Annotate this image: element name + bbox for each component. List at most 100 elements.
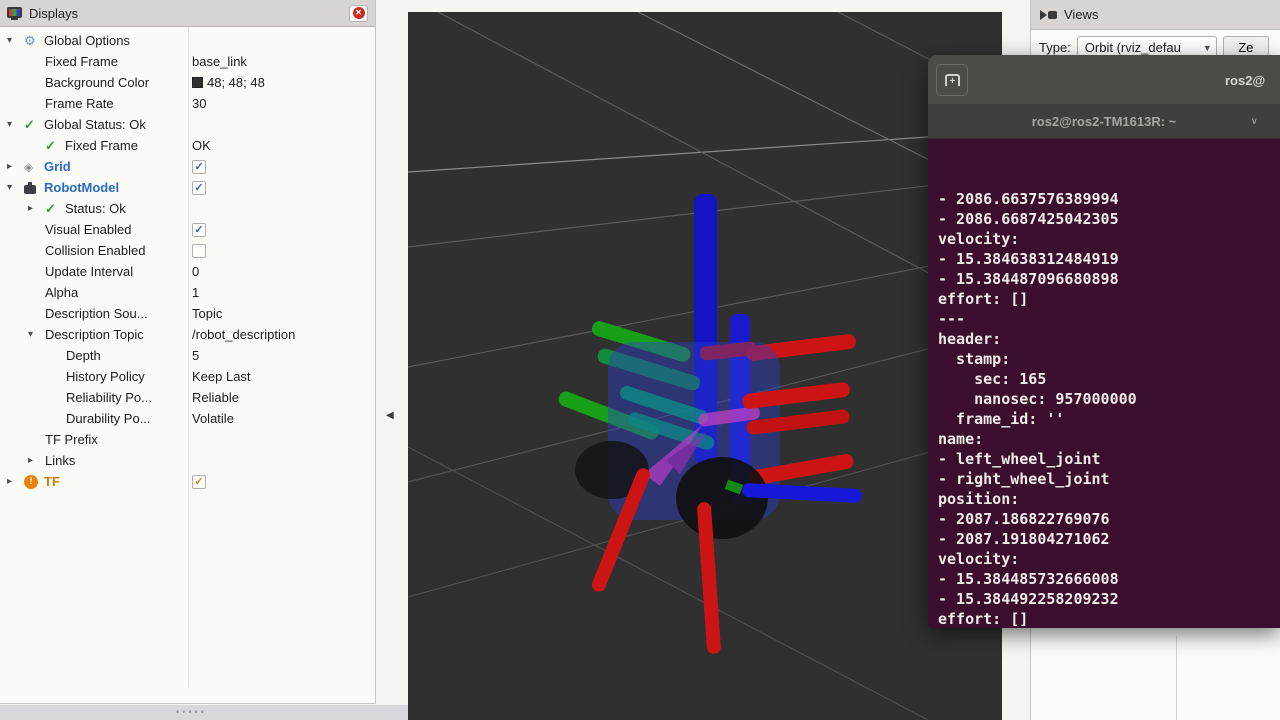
enabled-checkbox[interactable] — [192, 244, 206, 258]
expand-arrow-icon[interactable]: ▾ — [7, 182, 24, 193]
property-value[interactable]: Reliable — [192, 390, 239, 405]
display-tree-row[interactable]: ▸◈Grid ✓ — [0, 156, 375, 177]
enabled-checkbox[interactable]: ✓ — [192, 160, 206, 174]
display-tree-row[interactable]: ▾⚙Global Options — [0, 30, 375, 51]
display-tree-row[interactable]: History PolicyKeep Last — [0, 366, 375, 387]
terminal-line: velocity: — [938, 229, 1280, 249]
views-panel-header: Views — [1031, 0, 1280, 30]
property-value[interactable]: Keep Last — [192, 369, 251, 384]
eye-icon: ◈ — [24, 160, 44, 174]
3d-viewport[interactable] — [408, 12, 1002, 720]
camera-icon — [1040, 10, 1057, 20]
display-tree-row[interactable]: Reliability Po...Reliable — [0, 387, 375, 408]
terminal-line: sec: 165 — [938, 369, 1280, 389]
expand-arrow-icon[interactable]: ▾ — [28, 329, 45, 340]
property-label: Depth — [66, 348, 101, 363]
display-tree-row[interactable]: Alpha 1 — [0, 282, 375, 303]
property-label: TF Prefix — [45, 432, 98, 447]
property-value[interactable]: 30 — [192, 96, 206, 111]
gear-icon: ⚙ — [24, 33, 44, 49]
enabled-checkbox[interactable]: ✓ — [192, 475, 206, 489]
display-tree-row[interactable]: ▸✓Status: Ok — [0, 198, 375, 219]
property-value[interactable]: 1 — [192, 285, 199, 300]
chevron-down-icon[interactable]: ∨ — [1251, 116, 1258, 127]
terminal-line: stamp: — [938, 349, 1280, 369]
property-label: Background Color — [45, 75, 149, 90]
expand-arrow-icon[interactable]: ▸ — [28, 203, 45, 214]
terminal-tab-bar: ros2@ros2-TM1613R: ~ ∨ — [928, 105, 1280, 139]
display-tree-row[interactable]: ✓Fixed FrameOK — [0, 135, 375, 156]
property-label: Visual Enabled — [45, 222, 132, 237]
display-tree-row[interactable]: ▾✓Global Status: Ok — [0, 114, 375, 135]
views-panel-title: Views — [1064, 7, 1098, 22]
display-tree-row[interactable]: Depth 5 — [0, 345, 375, 366]
displays-property-tree: ▾⚙Global OptionsFixed Framebase_linkBack… — [0, 27, 375, 492]
view-type-label: Type: — [1039, 40, 1071, 55]
terminal-line: header: — [938, 329, 1280, 349]
display-tree-row[interactable]: Collision Enabled — [0, 240, 375, 261]
terminal-line: - 2086.6687425042305 — [938, 209, 1280, 229]
display-tree-row[interactable]: ▾RobotModel✓ — [0, 177, 375, 198]
property-value[interactable]: Topic — [192, 306, 222, 321]
terminal-titlebar[interactable]: ros2@ — [928, 55, 1280, 105]
property-label: Status: Ok — [65, 201, 126, 216]
robot-model — [557, 194, 863, 654]
chevron-down-icon: ▼ — [1203, 43, 1212, 53]
property-value[interactable]: Volatile — [192, 411, 234, 426]
terminal-line: - left_wheel_joint — [938, 449, 1280, 469]
new-tab-button[interactable] — [936, 64, 968, 96]
terminal-output: - 2086.6637576389994- 2086.6687425042305… — [928, 139, 1280, 628]
display-tree-row[interactable]: Update Interval 0 — [0, 261, 375, 282]
property-label: Frame Rate — [45, 96, 114, 111]
property-value[interactable]: base_link — [192, 54, 247, 69]
enabled-checkbox[interactable]: ✓ — [192, 223, 206, 237]
splitter-handle-icon: ••••• — [176, 710, 207, 715]
displays-panel-title: Displays — [29, 6, 78, 21]
display-tree-row[interactable]: ▸!TF✓ — [0, 471, 375, 492]
property-label: Durability Po... — [66, 411, 151, 426]
terminal-window: ros2@ ros2@ros2-TM1613R: ~ ∨ - 2086.6637… — [928, 55, 1280, 628]
display-tree-row[interactable]: Visual Enabled ✓ — [0, 219, 375, 240]
property-label: Grid — [44, 159, 71, 174]
expand-arrow-icon[interactable]: ▸ — [28, 455, 45, 466]
terminal-line: effort: [] — [938, 289, 1280, 309]
property-label: Collision Enabled — [45, 243, 145, 258]
check-icon: ✓ — [24, 117, 44, 133]
view-type-value: Orbit (rviz_defau — [1085, 40, 1181, 55]
display-tree-row[interactable]: Description Sou...Topic — [0, 303, 375, 324]
property-value[interactable]: /robot_description — [192, 327, 295, 342]
display-tree-row[interactable]: Frame Rate 30 — [0, 93, 375, 114]
expand-arrow-icon[interactable]: ▸ — [7, 476, 24, 487]
property-value[interactable]: OK — [192, 138, 211, 153]
property-value[interactable]: 48; 48; 48 — [192, 75, 265, 90]
warn-icon: ! — [24, 475, 38, 489]
property-label: Alpha — [45, 285, 78, 300]
terminal-line: - 2087.191804271062 — [938, 529, 1280, 549]
expand-arrow-icon[interactable]: ▸ — [7, 161, 24, 172]
terminal-line: nanosec: 957000000 — [938, 389, 1280, 409]
expand-arrow-icon[interactable]: ▾ — [7, 119, 24, 130]
displays-close-button[interactable]: ✕ — [349, 5, 368, 22]
check-icon: ✓ — [45, 138, 65, 154]
display-tree-row[interactable]: TF Prefix — [0, 429, 375, 450]
collapse-arrow-icon[interactable]: ◀ — [386, 410, 394, 421]
property-value[interactable]: 0 — [192, 264, 199, 279]
terminal-line: - 2087.186822769076 — [938, 509, 1280, 529]
terminal-tab-title[interactable]: ros2@ros2-TM1613R: ~ — [1032, 114, 1177, 129]
display-tree-row[interactable]: Background Color 48; 48; 48 — [0, 72, 375, 93]
robot-icon — [24, 185, 36, 194]
enabled-checkbox[interactable]: ✓ — [192, 181, 206, 195]
display-tree-row[interactable]: ▾Description Topic/robot_description — [0, 324, 375, 345]
display-tree-row[interactable]: Durability Po... Volatile — [0, 408, 375, 429]
panel-splitter[interactable]: ◀ — [376, 0, 408, 705]
terminal-line: - 15.384485732666008 — [938, 569, 1280, 589]
terminal-line: - 2086.6637576389994 — [938, 189, 1280, 209]
property-value[interactable]: 5 — [192, 348, 199, 363]
terminal-line: frame_id: '' — [938, 409, 1280, 429]
property-label: Update Interval — [45, 264, 133, 279]
expand-arrow-icon[interactable]: ▾ — [7, 35, 24, 46]
display-tree-row[interactable]: ▸Links — [0, 450, 375, 471]
display-tree-row[interactable]: Fixed Framebase_link — [0, 51, 375, 72]
terminal-line: - 15.384487096680898 — [938, 269, 1280, 289]
bottom-splitter[interactable]: ••••• — [0, 705, 409, 720]
